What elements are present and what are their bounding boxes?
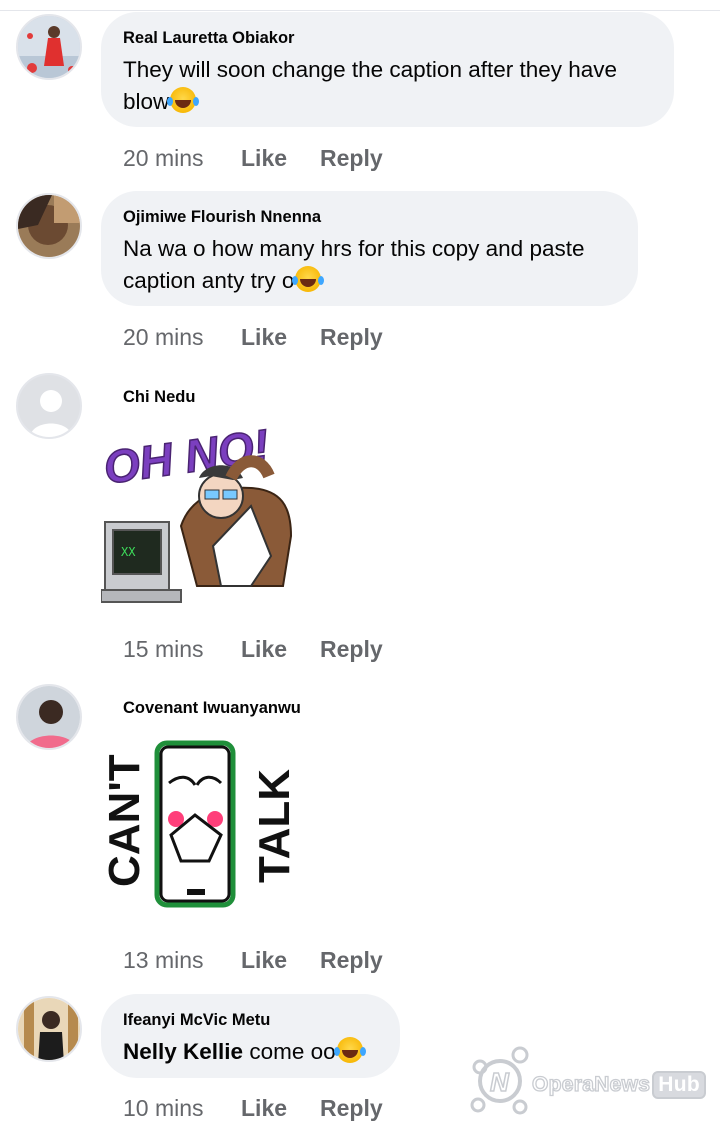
avatar[interactable]	[16, 684, 82, 750]
comment-author[interactable]: Covenant Iwuanyanwu	[123, 699, 301, 718]
comment-timestamp[interactable]: 10 mins	[123, 1095, 241, 1122]
top-divider	[0, 10, 720, 11]
comment-meta: 20 mins Like Reply	[123, 324, 383, 351]
reply-button[interactable]: Reply	[320, 145, 383, 172]
comment-text: Nelly Kellie come oo	[123, 1036, 378, 1068]
comment-bubble[interactable]: Ojimiwe Flourish Nnenna Na wa o how many…	[101, 191, 638, 306]
comment-timestamp[interactable]: 20 mins	[123, 324, 241, 351]
comment-timestamp[interactable]: 13 mins	[123, 947, 241, 974]
comment-author[interactable]: Ojimiwe Flourish Nnenna	[123, 207, 616, 227]
sticker-text-right: TALK	[250, 769, 293, 883]
like-button[interactable]: Like	[241, 1095, 320, 1122]
comment-meta: 15 mins Like Reply	[123, 636, 383, 663]
like-button[interactable]: Like	[241, 145, 320, 172]
reply-button[interactable]: Reply	[320, 947, 383, 974]
cant-talk-sticker[interactable]: CAN'T TALK	[100, 739, 299, 909]
default-avatar-icon[interactable]	[16, 373, 82, 439]
comment-timestamp[interactable]: 15 mins	[123, 636, 241, 663]
avatar[interactable]	[16, 193, 82, 259]
sticker-text-left: CAN'T	[101, 754, 149, 887]
comment-bubble[interactable]: Ifeanyi McVic Metu Nelly Kellie come oo	[101, 994, 400, 1078]
watermark-text: OperaNews Hub	[531, 1071, 706, 1099]
oh-no-sticker[interactable]: OH NO! XX	[100, 416, 297, 606]
comment-text: Na wa o how many hrs for this copy and p…	[123, 236, 585, 293]
operanews-logo-icon: N	[470, 1046, 529, 1115]
comment-meta: 13 mins Like Reply	[123, 947, 383, 974]
svg-text:XX: XX	[121, 545, 136, 559]
reply-button[interactable]: Reply	[320, 1095, 383, 1122]
comment-bubble[interactable]: Real Lauretta Obiakor They will soon cha…	[101, 12, 674, 127]
like-button[interactable]: Like	[241, 947, 320, 974]
comment-author[interactable]: Chi Nedu	[123, 388, 195, 407]
laughing-cat-emoji-icon	[292, 266, 322, 292]
comment-meta: 10 mins Like Reply	[123, 1095, 383, 1122]
comment-author[interactable]: Ifeanyi McVic Metu	[123, 1010, 378, 1030]
avatar[interactable]	[16, 14, 82, 80]
comment-text: They will soon change the caption after …	[123, 57, 618, 114]
reply-button[interactable]: Reply	[320, 324, 383, 351]
like-button[interactable]: Like	[241, 324, 320, 351]
laughing-tears-emoji-icon	[333, 1037, 363, 1063]
like-button[interactable]: Like	[241, 636, 320, 663]
comment-author[interactable]: Real Lauretta Obiakor	[123, 28, 652, 48]
laughing-tears-emoji-icon	[167, 87, 197, 113]
mention-link[interactable]: Nelly Kellie	[123, 1039, 243, 1064]
reply-button[interactable]: Reply	[320, 636, 383, 663]
svg-text:N: N	[490, 1067, 510, 1097]
comment-meta: 20 mins Like Reply	[123, 145, 383, 172]
operanews-hub-watermark: N OperaNews Hub	[470, 1045, 710, 1115]
avatar[interactable]	[16, 996, 82, 1062]
comment-timestamp[interactable]: 20 mins	[123, 145, 241, 172]
